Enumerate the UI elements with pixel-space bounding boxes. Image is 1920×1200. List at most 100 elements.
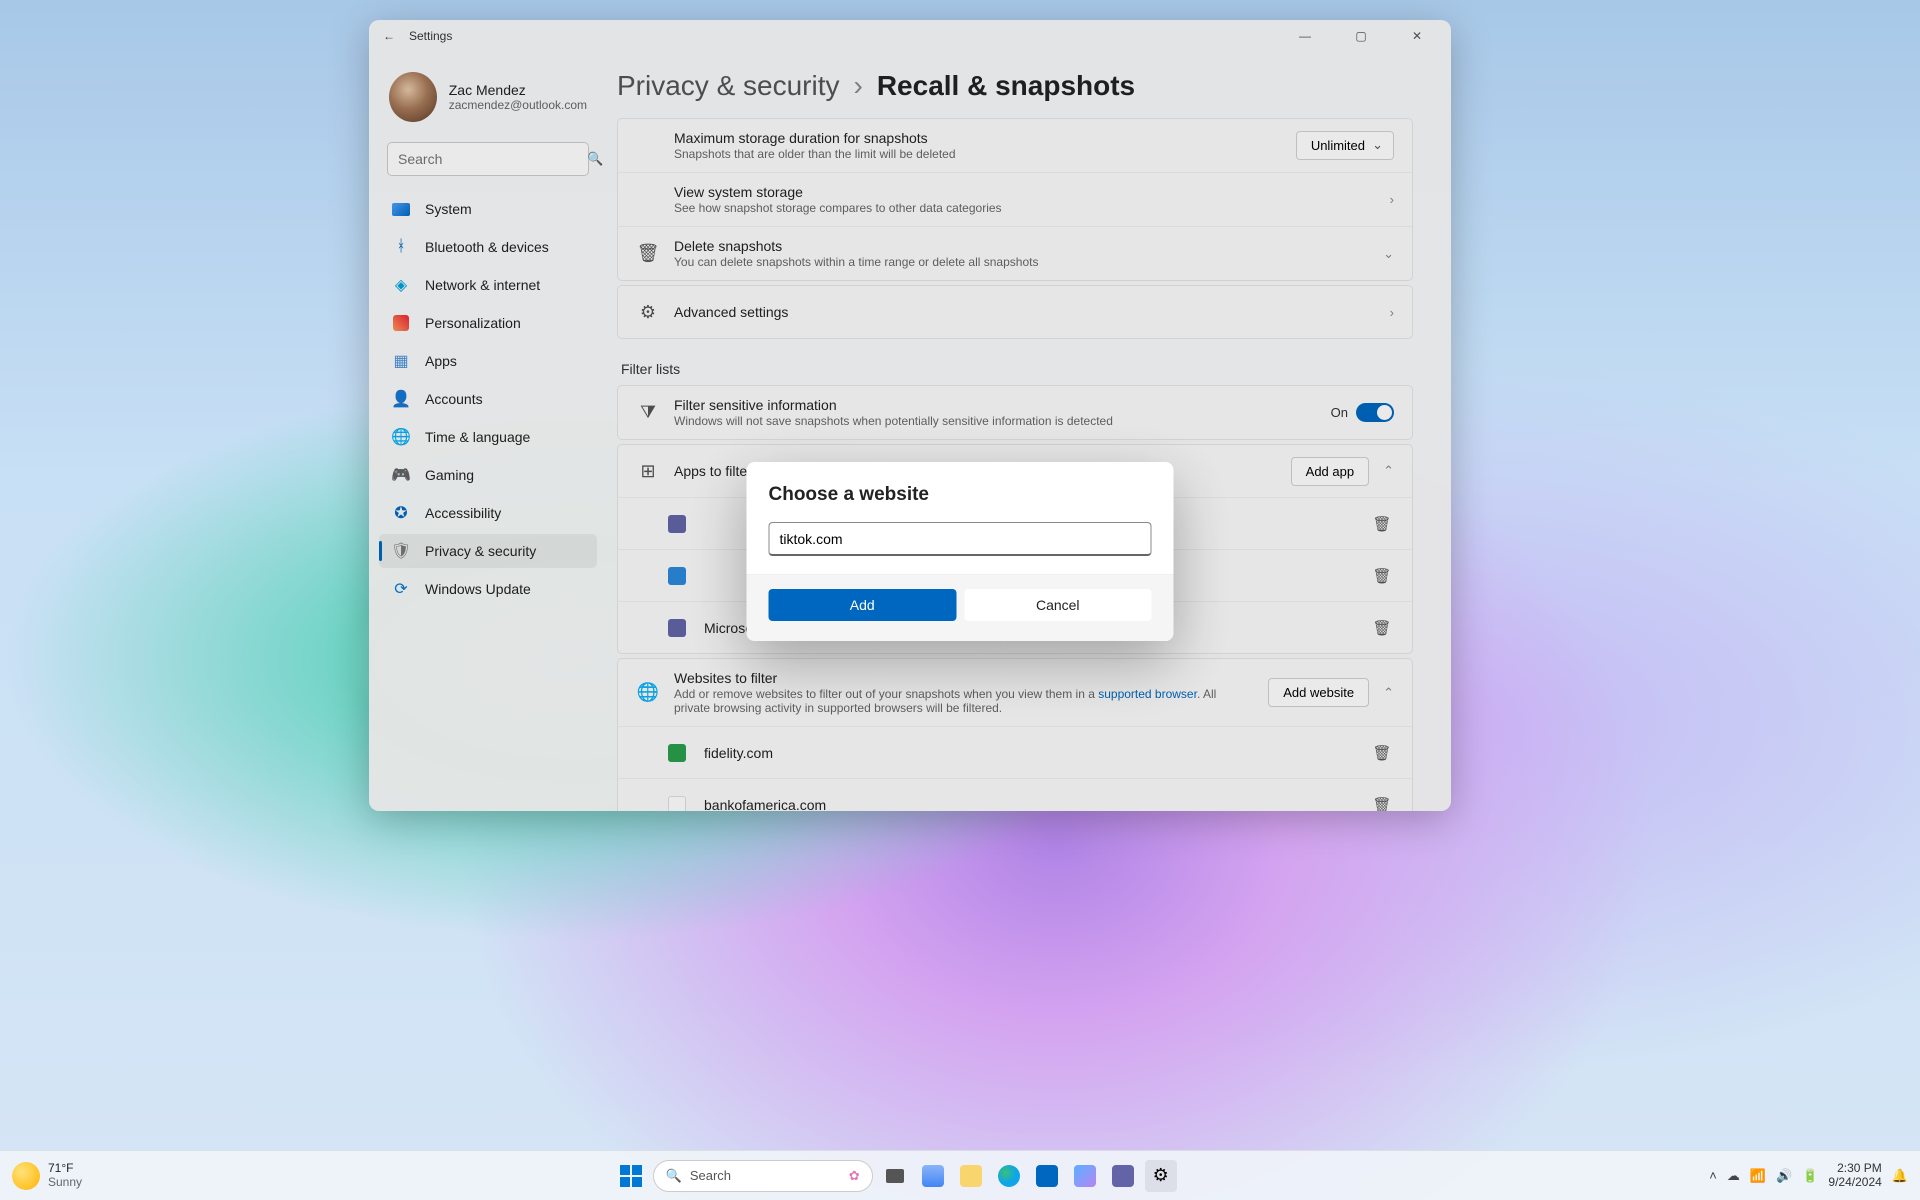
nav-windows-update[interactable]: ⟳Windows Update — [379, 572, 597, 606]
chevron-right-icon: › — [854, 70, 863, 102]
pinned-app[interactable] — [1069, 1160, 1101, 1192]
choose-website-dialog: Choose a website Add Cancel — [747, 462, 1174, 641]
taskbar: 71°F Sunny 🔍 Search ✿ ⚙ ˄ ☁ 📶 🔊 🔋 2:30 P… — [0, 1150, 1920, 1200]
chevron-down-icon: ⌄ — [1383, 246, 1394, 262]
filtered-site-row: bankofamerica.com 🗑 — [618, 778, 1412, 811]
tray-chevron-icon[interactable]: ˄ — [1709, 1168, 1717, 1183]
row-max-storage[interactable]: Maximum storage duration for snapshots S… — [618, 119, 1412, 172]
nav-accounts[interactable]: 👤Accounts — [379, 382, 597, 416]
wifi-icon[interactable]: 📶 — [1750, 1168, 1766, 1184]
time-icon: 🌐 — [391, 427, 411, 447]
user-block[interactable]: Zac Mendez zacmendez@outlook.com — [379, 66, 597, 138]
pinned-app-edge[interactable] — [993, 1160, 1025, 1192]
filtered-site-row: fidelity.com 🗑 — [618, 726, 1412, 778]
task-view-button[interactable] — [879, 1160, 911, 1192]
close-button[interactable]: ✕ — [1395, 20, 1439, 52]
nav-personalization[interactable]: Personalization — [379, 306, 597, 340]
website-input[interactable] — [769, 522, 1152, 556]
start-button[interactable] — [615, 1160, 647, 1192]
pinned-app-store[interactable] — [1031, 1160, 1063, 1192]
toggle-switch[interactable] — [1356, 403, 1394, 422]
row-delete-snapshots[interactable]: 🗑 Delete snapshots You can delete snapsh… — [618, 226, 1412, 280]
nav-apps[interactable]: ▦Apps — [379, 344, 597, 378]
weather-icon — [12, 1162, 40, 1190]
filter-sensitive-card: ⧩ Filter sensitive information Windows w… — [617, 385, 1413, 440]
minimize-button[interactable]: — — [1283, 20, 1327, 52]
delete-site-button[interactable]: 🗑 — [1370, 744, 1394, 762]
gaming-icon: 🎮 — [391, 465, 411, 485]
pinned-app-explorer[interactable] — [955, 1160, 987, 1192]
gear-icon: ⚙ — [636, 302, 660, 323]
filter-sensitive-toggle[interactable]: On — [1331, 403, 1394, 422]
shield-icon: 🛡 — [391, 541, 411, 561]
onedrive-icon[interactable]: ☁ — [1727, 1168, 1740, 1184]
delete-app-button[interactable]: 🗑 — [1370, 515, 1394, 533]
max-storage-dropdown[interactable]: Unlimited — [1296, 131, 1394, 160]
accessibility-icon: ✪ — [391, 503, 411, 523]
site-icon — [668, 744, 686, 762]
apps-grid-icon: ⊞ — [636, 461, 660, 482]
filter-lists-label: Filter lists — [621, 361, 1413, 377]
window-title: Settings — [409, 29, 452, 43]
add-button[interactable]: Add — [769, 589, 957, 621]
accounts-icon: 👤 — [391, 389, 411, 409]
app-icon — [668, 619, 686, 637]
websites-filter-card: 🌐 Websites to filter Add or remove websi… — [617, 658, 1413, 811]
storage-card: Maximum storage duration for snapshots S… — [617, 118, 1413, 281]
delete-app-button[interactable]: 🗑 — [1370, 567, 1394, 585]
delete-site-button[interactable]: 🗑 — [1370, 796, 1394, 812]
pinned-app[interactable] — [917, 1160, 949, 1192]
pinned-app-settings[interactable]: ⚙ — [1145, 1160, 1177, 1192]
nav-network[interactable]: ◈Network & internet — [379, 268, 597, 302]
site-icon — [668, 796, 686, 812]
search-box[interactable]: 🔍 — [387, 142, 589, 176]
add-app-button[interactable]: Add app — [1291, 457, 1369, 486]
taskbar-search[interactable]: 🔍 Search ✿ — [653, 1160, 873, 1192]
personalization-icon — [391, 313, 411, 333]
cancel-button[interactable]: Cancel — [964, 589, 1152, 621]
breadcrumb-parent[interactable]: Privacy & security — [617, 70, 840, 102]
search-icon: 🔍 — [666, 1168, 682, 1184]
taskbar-right: ˄ ☁ 📶 🔊 🔋 2:30 PM 9/24/2024 🔔 — [1709, 1162, 1908, 1190]
titlebar: ← Settings — ▢ ✕ — [369, 20, 1451, 52]
back-button[interactable]: ← — [381, 29, 397, 43]
chevron-up-icon: ⌃ — [1383, 685, 1394, 701]
user-email: zacmendez@outlook.com — [449, 98, 587, 112]
system-icon — [392, 203, 410, 216]
taskbar-clock[interactable]: 2:30 PM 9/24/2024 — [1828, 1162, 1881, 1190]
supported-browser-link[interactable]: supported browser — [1098, 687, 1197, 701]
app-icon — [668, 515, 686, 533]
battery-icon[interactable]: 🔋 — [1802, 1168, 1818, 1184]
sidebar: Zac Mendez zacmendez@outlook.com 🔍 Syste… — [369, 52, 607, 811]
edge-icon — [998, 1165, 1020, 1187]
row-filter-sensitive[interactable]: ⧩ Filter sensitive information Windows w… — [618, 386, 1412, 439]
bluetooth-icon: ᚼ — [391, 237, 411, 257]
delete-app-button[interactable]: 🗑 — [1370, 619, 1394, 637]
trash-icon: 🗑 — [636, 243, 660, 264]
notifications-icon[interactable]: 🔔 — [1892, 1168, 1908, 1184]
nav-time[interactable]: 🌐Time & language — [379, 420, 597, 454]
taskbar-weather[interactable]: 71°F Sunny — [12, 1162, 82, 1190]
nav-gaming[interactable]: 🎮Gaming — [379, 458, 597, 492]
nav-accessibility[interactable]: ✪Accessibility — [379, 496, 597, 530]
row-websites-to-filter[interactable]: 🌐 Websites to filter Add or remove websi… — [618, 659, 1412, 726]
network-icon: ◈ — [391, 275, 411, 295]
chevron-right-icon: › — [1390, 305, 1394, 320]
row-advanced[interactable]: ⚙ Advanced settings › — [618, 286, 1412, 338]
nav-privacy[interactable]: 🛡Privacy & security — [379, 534, 597, 568]
add-website-button[interactable]: Add website — [1268, 678, 1369, 707]
avatar — [389, 72, 437, 122]
apps-icon: ▦ — [391, 351, 411, 371]
chevron-right-icon: › — [1390, 192, 1394, 207]
pinned-app-teams[interactable] — [1107, 1160, 1139, 1192]
nav-bluetooth[interactable]: ᚼBluetooth & devices — [379, 230, 597, 264]
search-input[interactable] — [398, 151, 579, 167]
globe-icon: 🌐 — [636, 682, 660, 703]
row-view-storage[interactable]: View system storage See how snapshot sto… — [618, 172, 1412, 226]
advanced-card: ⚙ Advanced settings › — [617, 285, 1413, 339]
nav-system[interactable]: System — [379, 192, 597, 226]
update-icon: ⟳ — [391, 579, 411, 599]
maximize-button[interactable]: ▢ — [1339, 20, 1383, 52]
search-decoration-icon: ✿ — [849, 1168, 860, 1184]
volume-icon[interactable]: 🔊 — [1776, 1168, 1792, 1184]
